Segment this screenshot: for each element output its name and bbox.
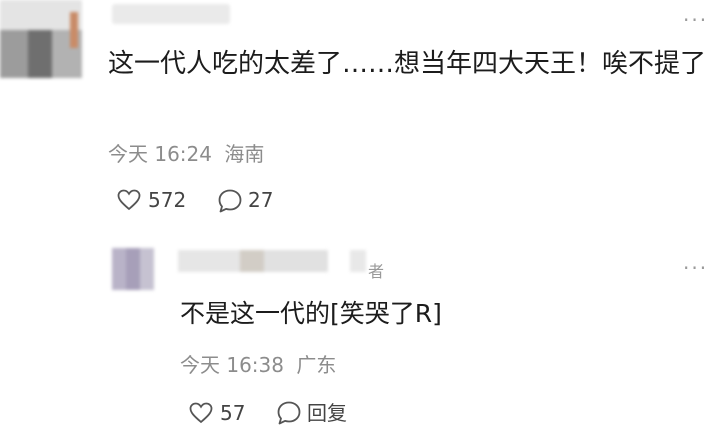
- author-name[interactable]: [112, 4, 230, 24]
- avatar[interactable]: [112, 248, 154, 290]
- heart-icon: [189, 402, 213, 424]
- reply-button[interactable]: [276, 400, 302, 430]
- author-name[interactable]: [178, 250, 328, 272]
- like-button[interactable]: [117, 189, 141, 215]
- reply-count: 27: [248, 188, 274, 212]
- comment-button[interactable]: [217, 188, 243, 218]
- reply-text: 不是这一代的[笑哭了R]: [180, 299, 442, 328]
- reply-label[interactable]: 回复: [307, 401, 347, 425]
- comment-meta: 今天 16:24 海南: [108, 142, 264, 166]
- heart-icon: [117, 189, 141, 211]
- reply-meta: 今天 16:38 广东: [180, 353, 336, 377]
- like-count: 572: [148, 188, 187, 212]
- avatar[interactable]: [0, 0, 82, 78]
- reply-location: 广东: [296, 353, 337, 377]
- speech-bubble-icon: [277, 401, 301, 425]
- comment-text: 这一代人吃的太差了……想当年四大天王！唉不提了: [108, 49, 707, 79]
- like-button[interactable]: [189, 402, 213, 428]
- author-badge: [350, 250, 366, 272]
- comment-location: 海南: [224, 142, 265, 166]
- more-dots-icon[interactable]: ···: [683, 258, 708, 278]
- reply-time: 今天 16:38: [180, 353, 284, 377]
- speech-bubble-icon: [218, 189, 242, 213]
- more-dots-icon[interactable]: ···: [683, 10, 708, 30]
- comment-time: 今天 16:24: [108, 142, 212, 166]
- author-suffix: 者: [368, 262, 385, 281]
- like-count: 57: [220, 401, 246, 425]
